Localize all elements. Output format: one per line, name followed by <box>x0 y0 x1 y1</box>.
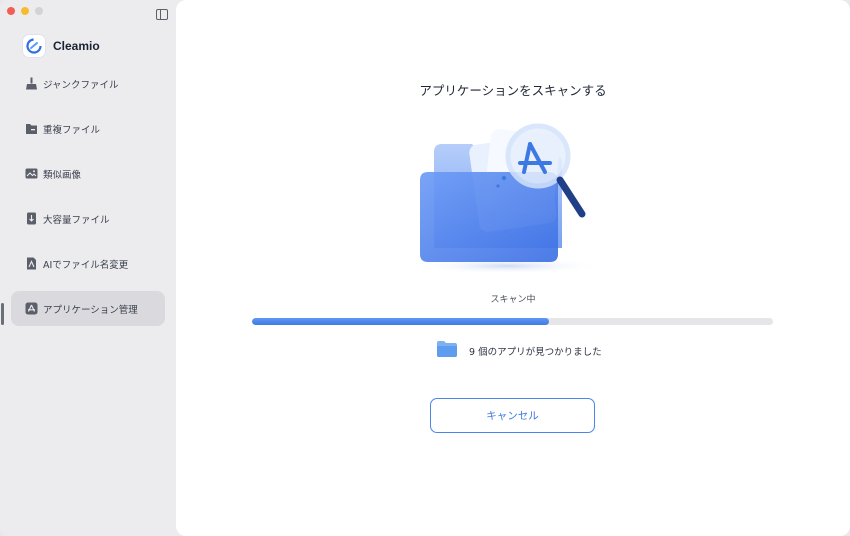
scan-progress-bar <box>252 318 773 325</box>
sidebar-item-label: ジャンクファイル <box>43 79 119 91</box>
found-apps-row: 9 個のアプリが見つかりました <box>436 340 602 362</box>
sidebar-item-label: 類似画像 <box>43 169 82 181</box>
zoom-window-button[interactable] <box>35 7 43 15</box>
sidebar-item-label: 重複ファイル <box>43 124 101 136</box>
active-indicator <box>1 303 4 325</box>
cancel-button[interactable]: キャンセル <box>430 398 595 433</box>
sidebar-toggle-icon[interactable] <box>156 9 168 20</box>
sidebar-item-similar-images[interactable]: 類似画像 <box>11 156 165 191</box>
image-icon <box>25 167 38 180</box>
main-panel: アプリケーションをスキャンする スキャン中 9 個のアプリが見つかりました キャ… <box>176 0 850 536</box>
sidebar-item-large-files[interactable]: 大容量ファイル <box>11 201 165 236</box>
brand: Cleamio <box>23 35 100 57</box>
scan-status-text: スキャン中 <box>490 295 536 305</box>
minimize-window-button[interactable] <box>21 7 29 15</box>
app-window: Cleamio ジャンクファイル 重複ファイル 類似画像 大容量ファイル AIで… <box>0 0 850 536</box>
folder-icon <box>436 340 458 362</box>
sidebar-item-duplicate-files[interactable]: 重複ファイル <box>11 111 165 146</box>
ai-rename-icon <box>25 257 38 270</box>
duplicate-folder-icon <box>25 122 38 135</box>
window-controls <box>7 7 43 15</box>
scanning-folder-illustration <box>412 118 612 278</box>
sidebar-item-label: 大容量ファイル <box>43 214 110 226</box>
sidebar-item-label: アプリケーション管理 <box>43 304 138 316</box>
close-window-button[interactable] <box>7 7 15 15</box>
sidebar-item-app-management[interactable]: アプリケーション管理 <box>11 291 165 326</box>
cleamio-logo-icon <box>23 35 45 57</box>
sidebar-item-junk-files[interactable]: ジャンクファイル <box>11 66 165 101</box>
scan-progress-fill <box>252 318 549 325</box>
broom-icon <box>25 77 38 90</box>
sidebar-item-ai-rename[interactable]: AIでファイル名変更 <box>11 246 165 281</box>
app-store-icon <box>25 302 38 315</box>
sidebar-nav: ジャンクファイル 重複ファイル 類似画像 大容量ファイル AIでファイル名変更 … <box>11 66 165 336</box>
found-apps-count: 9 個のアプリが見つかりました <box>469 347 602 358</box>
large-file-icon <box>25 212 38 225</box>
page-title: アプリケーションをスキャンする <box>419 83 607 98</box>
sidebar-item-label: AIでファイル名変更 <box>43 259 129 271</box>
sidebar: Cleamio ジャンクファイル 重複ファイル 類似画像 大容量ファイル AIで… <box>0 0 176 536</box>
app-name: Cleamio <box>53 39 100 53</box>
